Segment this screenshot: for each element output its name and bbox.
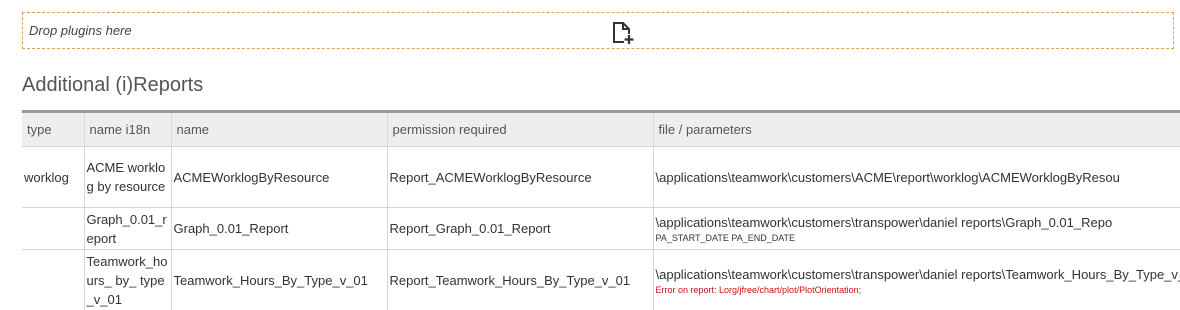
section-title: Additional (i)Reports <box>22 74 204 96</box>
drop-zone-label: Drop plugins here <box>29 23 132 38</box>
cell-type <box>22 207 84 250</box>
file-path: \applications\teamwork\customers\ACME\re… <box>655 169 1120 185</box>
cell-type <box>22 249 84 310</box>
header-row: type name i18n name permission required … <box>22 111 1180 147</box>
table-row[interactable]: worklog ACME worklog by resource ACMEWor… <box>22 146 1180 208</box>
reports-table: type name i18n name permission required … <box>22 110 1180 310</box>
cell-name: Teamwork_Hours_By_Type_v_01 <box>170 249 387 310</box>
cell-name: Graph_0.01_Report <box>170 207 387 250</box>
cell-name-i18n: ACME worklog by resource <box>83 146 171 208</box>
table-body: worklog ACME worklog by resource ACMEWor… <box>22 146 1180 310</box>
file-parameters: PA_START_DATE PA_END_DATE <box>655 233 796 243</box>
column-header-name[interactable]: name <box>170 111 387 147</box>
cell-name: ACMEWorklogByResource <box>170 146 387 208</box>
table-header: type name i18n name permission required … <box>22 111 1180 147</box>
column-header-name-i18n[interactable]: name i18n <box>83 111 171 147</box>
cell-file-parameters: \applications\teamwork\customers\ACME\re… <box>652 146 1180 208</box>
add-file-icon[interactable] <box>610 21 634 45</box>
plugin-drop-zone[interactable]: Drop plugins here <box>22 12 1174 49</box>
table-row[interactable]: Graph_0.01_report Graph_0.01_Report Repo… <box>22 207 1180 250</box>
column-header-file-parameters[interactable]: file / parameters <box>652 111 1180 147</box>
page: Drop plugins here Additional (i)Reports <box>0 0 1180 310</box>
file-path: \applications\teamwork\customers\transpo… <box>655 267 1180 282</box>
cell-name-i18n: Graph_0.01_report <box>83 207 171 250</box>
column-header-permission[interactable]: permission required <box>386 111 653 147</box>
cell-type: worklog <box>22 146 84 208</box>
report-error-message: Error on report: Lorg/jfree/chart/plot/P… <box>655 285 862 295</box>
cell-file-parameters: \applications\teamwork\customers\transpo… <box>652 207 1180 250</box>
cell-name-i18n: Teamwork_hours_ by_ type_v_01 <box>83 249 171 310</box>
cell-permission: Report_ACMEWorklogByResource <box>386 146 653 208</box>
table-row[interactable]: Teamwork_hours_ by_ type_v_01 Teamwork_H… <box>22 249 1180 310</box>
column-header-type[interactable]: type <box>22 111 84 147</box>
cell-file-parameters: \applications\teamwork\customers\transpo… <box>652 249 1180 310</box>
cell-permission: Report_Teamwork_Hours_By_Type_v_01 <box>386 249 653 310</box>
file-path: \applications\teamwork\customers\transpo… <box>655 215 1113 230</box>
cell-permission: Report_Graph_0.01_Report <box>386 207 653 250</box>
reports-table-container: type name i18n name permission required … <box>22 110 1180 310</box>
